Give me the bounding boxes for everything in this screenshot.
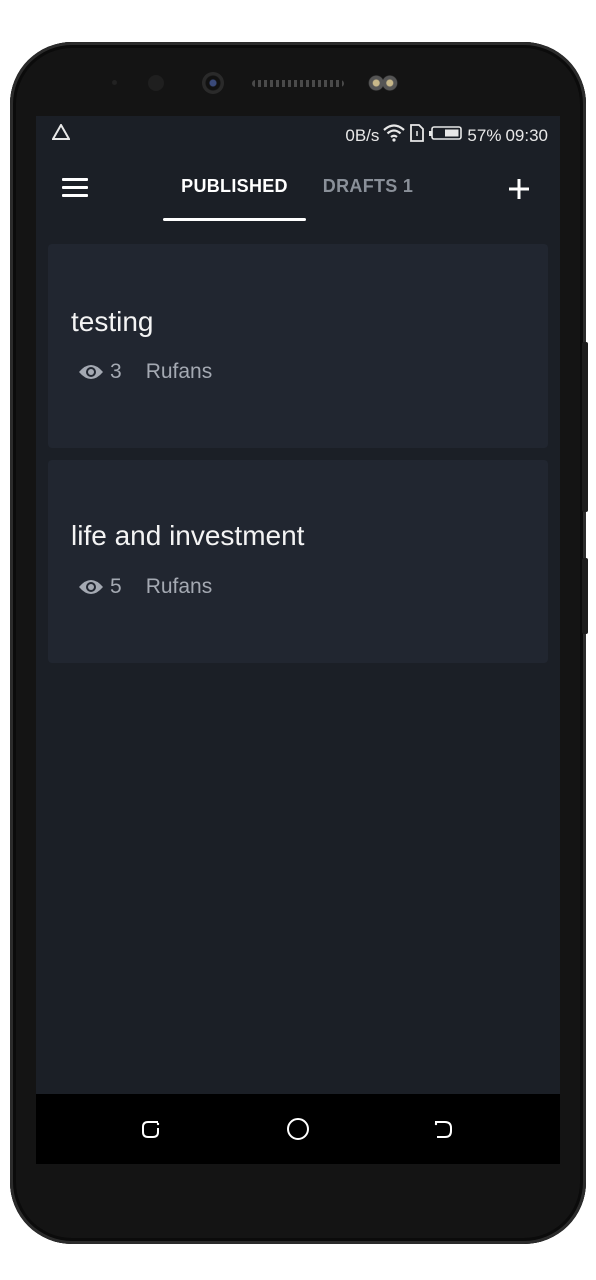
wifi-icon	[383, 124, 406, 147]
sim-card-icon	[409, 124, 425, 147]
eye-icon	[78, 363, 104, 381]
light-sensor	[148, 75, 164, 91]
back-icon[interactable]	[428, 1114, 460, 1144]
status-right-group: 0B/s 57% 09:30	[345, 124, 548, 147]
eye-icon	[78, 578, 104, 596]
app-bar: PUBLISHED DRAFTS 1	[36, 152, 560, 224]
active-tab-indicator	[163, 218, 306, 221]
post-meta: 5 Rufans	[78, 575, 212, 599]
hamburger-menu-icon[interactable]	[60, 176, 90, 200]
system-navigation-bar	[36, 1094, 560, 1164]
app-screen: 0B/s 57% 09:30 PUBLISHED DRAFTS 1 testin…	[36, 116, 560, 1164]
recent-apps-icon[interactable]	[136, 1114, 168, 1144]
status-bar: 0B/s 57% 09:30	[36, 116, 560, 152]
post-card[interactable]: testing 3 Rufans	[48, 244, 548, 448]
phone-volume-button	[582, 342, 588, 512]
home-icon[interactable]	[282, 1114, 314, 1144]
front-flash	[366, 74, 400, 92]
clock: 09:30	[505, 125, 548, 145]
battery-icon	[429, 125, 463, 146]
view-count: 3	[110, 360, 122, 383]
proximity-sensor	[112, 80, 117, 85]
tab-published[interactable]: PUBLISHED	[163, 152, 306, 220]
plus-icon[interactable]	[504, 174, 534, 204]
network-speed: 0B/s	[345, 125, 380, 145]
post-meta: 3 Rufans	[78, 360, 212, 384]
post-author: Rufans	[145, 360, 213, 383]
post-card[interactable]: life and investment 5 Rufans	[48, 460, 548, 663]
tab-drafts[interactable]: DRAFTS 1	[308, 152, 428, 220]
app-notification-icon	[51, 122, 71, 145]
phone-power-button	[582, 558, 588, 634]
post-author: Rufans	[145, 575, 213, 598]
post-title: life and investment	[71, 520, 305, 551]
earpiece-speaker	[252, 80, 344, 87]
post-title: testing	[71, 306, 154, 337]
battery-percent: 57%	[467, 125, 502, 145]
view-count: 5	[110, 575, 122, 598]
front-camera	[202, 72, 224, 94]
